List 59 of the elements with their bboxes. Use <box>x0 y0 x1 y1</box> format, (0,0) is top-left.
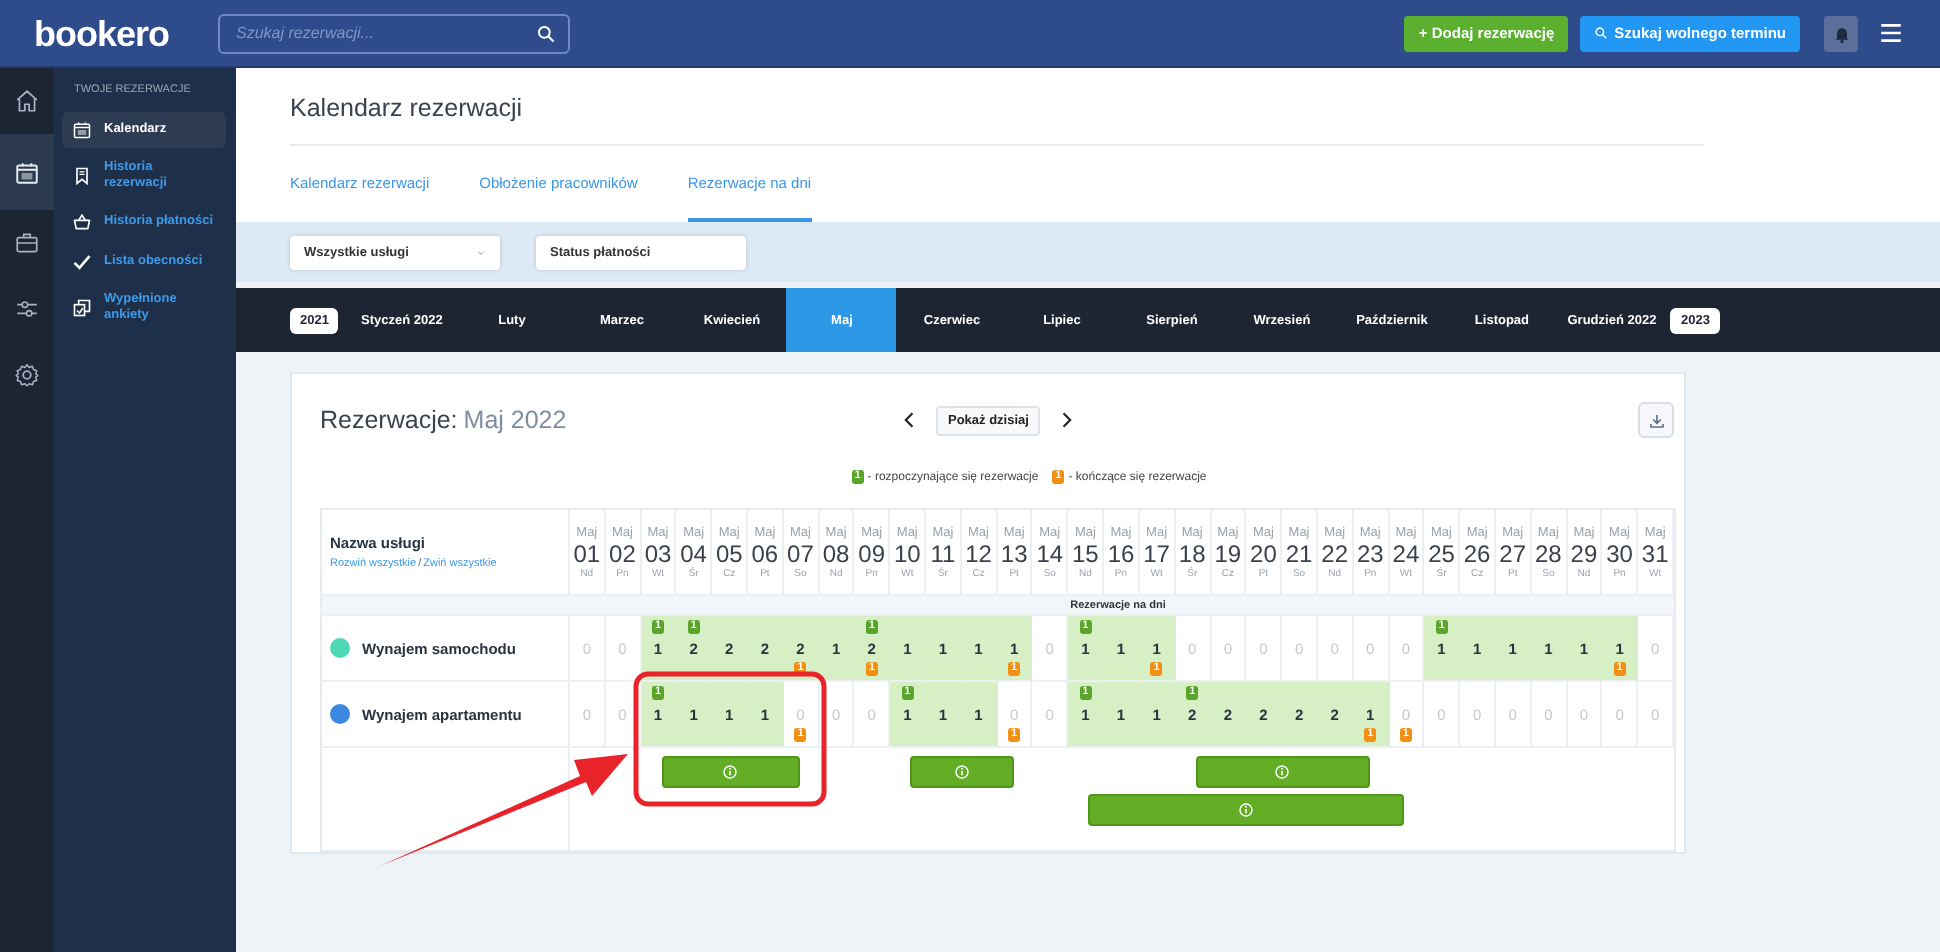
day-number: 15 <box>1072 539 1099 567</box>
day-number: 29 <box>1570 539 1598 567</box>
download-button[interactable] <box>1638 402 1674 438</box>
notifications-button[interactable] <box>1824 15 1858 51</box>
day-number: 02 <box>609 539 636 567</box>
checkmark-icon <box>72 252 92 273</box>
day-number: 03 <box>644 539 672 567</box>
day-number: 23 <box>1356 539 1384 567</box>
reservation-bar[interactable] <box>910 756 1014 788</box>
period-label: Maj 2022 <box>463 406 567 434</box>
documents-icon <box>72 298 92 319</box>
day-number: 06 <box>751 539 779 567</box>
day-number: 28 <box>1534 539 1562 567</box>
basket-icon <box>72 212 92 233</box>
settings-icon <box>14 362 40 388</box>
day-number: 04 <box>680 539 707 567</box>
day-number: 01 <box>573 539 601 567</box>
day-number: 19 <box>1214 539 1242 567</box>
day-number: 10 <box>893 539 921 567</box>
day-number: 22 <box>1321 539 1348 567</box>
day-number: 26 <box>1463 539 1491 567</box>
search-icon <box>1594 26 1609 40</box>
day-number: 31 <box>1641 539 1669 567</box>
day-number: 25 <box>1428 539 1455 567</box>
bookmark-icon <box>72 166 92 187</box>
day-number: 11 <box>930 539 956 567</box>
day-number: 13 <box>1000 539 1028 567</box>
day-number: 09 <box>858 539 886 567</box>
logo[interactable]: bookero <box>34 9 174 57</box>
day-number: 20 <box>1250 539 1277 567</box>
download-icon <box>1647 411 1665 429</box>
day-number: 08 <box>822 539 850 567</box>
day-number: 05 <box>715 539 743 567</box>
info-icon <box>1274 764 1291 780</box>
day-number: 16 <box>1107 539 1135 567</box>
day-number: 12 <box>965 539 992 567</box>
search-icon <box>536 23 556 43</box>
day-number: 30 <box>1606 539 1633 567</box>
info-icon <box>1238 802 1255 818</box>
info-icon <box>722 764 739 780</box>
day-number: 27 <box>1499 539 1527 567</box>
calendar-icon <box>72 120 92 140</box>
info-icon <box>953 764 970 780</box>
day-number: 24 <box>1392 539 1420 567</box>
sliders-icon <box>14 296 40 322</box>
card-title: Rezerwacje: <box>320 406 458 434</box>
page-title: Kalendarz rezerwacji <box>290 94 1704 146</box>
day-number: 14 <box>1036 539 1064 567</box>
search-field[interactable]: Szukaj rezerwacji... <box>218 13 570 53</box>
reservation-bar[interactable] <box>661 756 800 788</box>
menu-icon[interactable] <box>1878 20 1904 46</box>
day-number: 21 <box>1285 539 1313 567</box>
calendar-icon <box>14 159 40 185</box>
day-number: 07 <box>787 539 814 567</box>
briefcase-icon <box>14 230 40 256</box>
day-number: 17 <box>1143 539 1170 567</box>
home-icon <box>14 88 40 114</box>
day-number: 18 <box>1178 539 1206 567</box>
bell-icon <box>1831 23 1851 43</box>
